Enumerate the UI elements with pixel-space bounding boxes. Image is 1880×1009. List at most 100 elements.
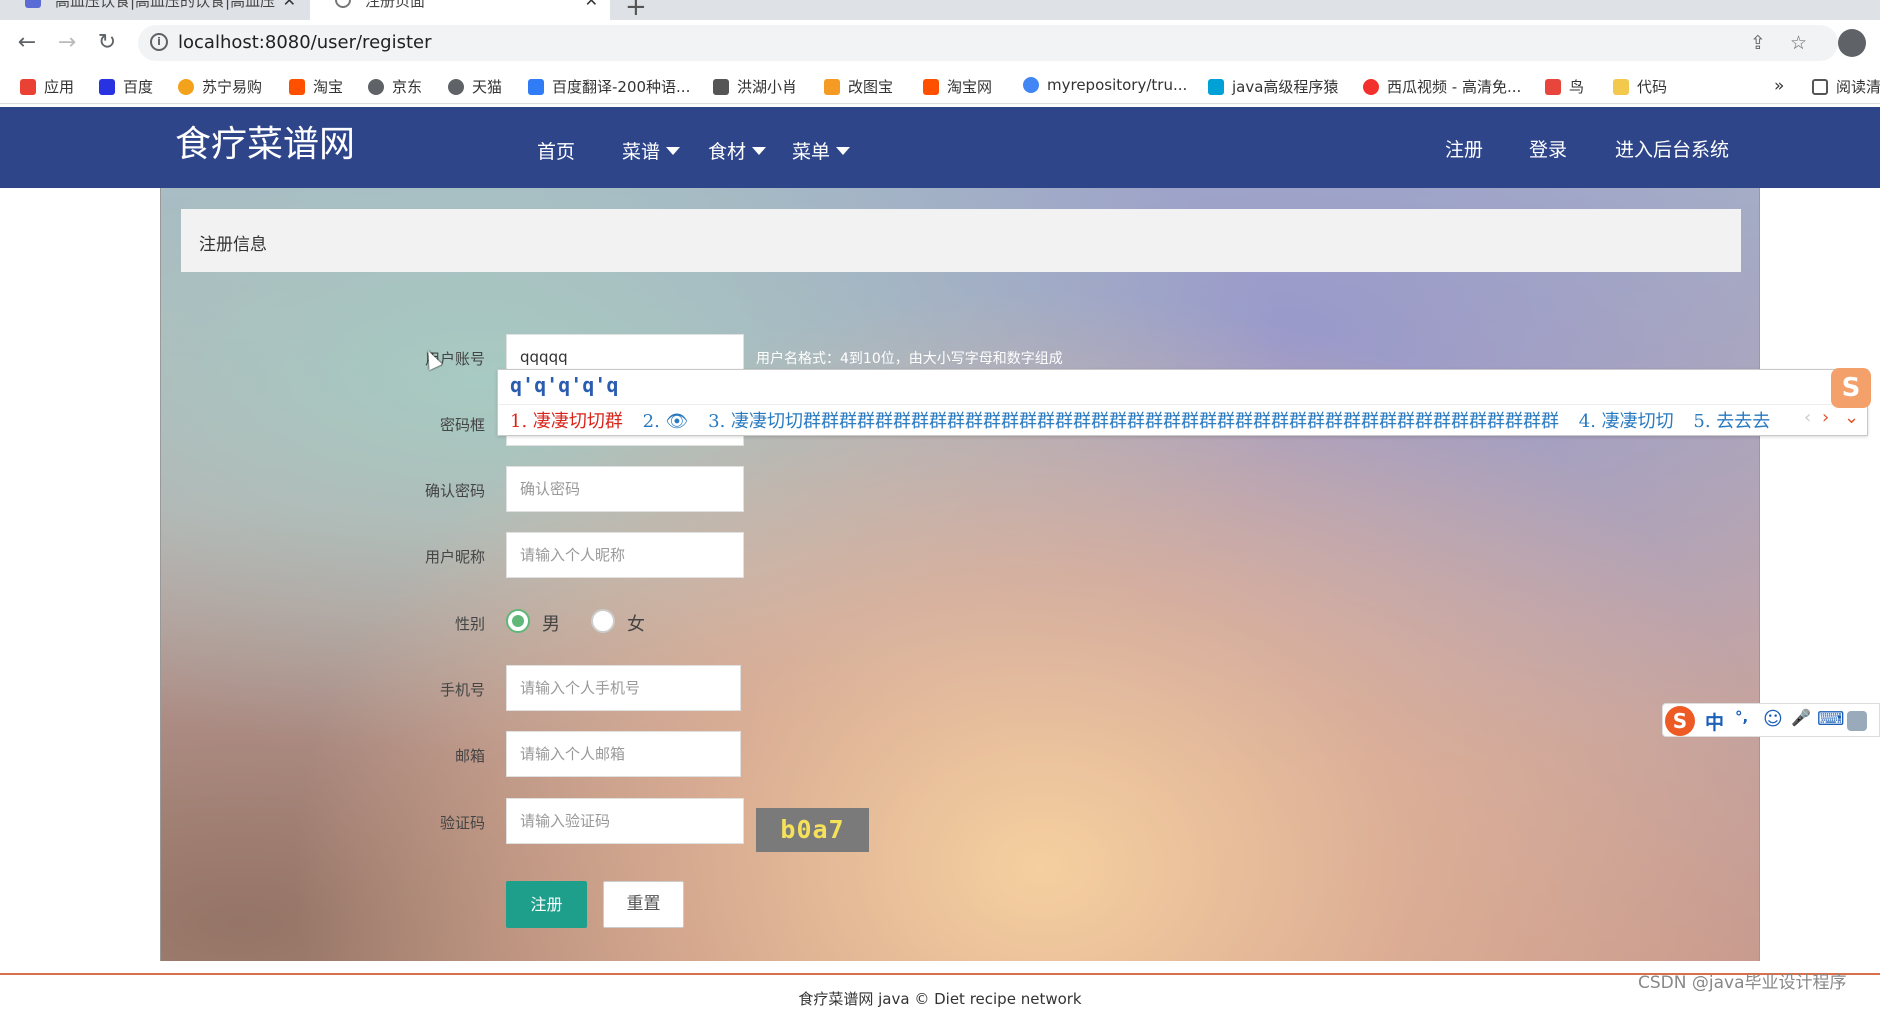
register-submit-button[interactable]: 注册	[506, 881, 587, 928]
bookmark-star-icon[interactable]: ☆	[1790, 32, 1807, 54]
site-info-icon[interactable]: i	[150, 33, 168, 51]
ime-candidate[interactable]: 4. 凄凄切切	[1579, 411, 1674, 432]
ime-candidate[interactable]: 1. 凄凄切切群	[510, 411, 623, 432]
ime-keyboard-icon[interactable]: ⌨	[1817, 708, 1844, 730]
email-input[interactable]: 请输入个人邮箱	[506, 731, 741, 777]
back-arrow-icon[interactable]: ←	[14, 30, 40, 55]
ime-microphone-icon[interactable]: 🎤	[1791, 708, 1811, 727]
bookmark-item[interactable]: 京东	[368, 76, 422, 97]
address-bar-row: ← → ↻ i localhost:8080/user/register ⇪ ☆	[0, 20, 1880, 68]
password-label: 密码框	[439, 416, 485, 434]
caret-down-icon	[836, 147, 851, 155]
taobao-icon	[289, 79, 305, 95]
nickname-input[interactable]: 请输入个人昵称	[506, 532, 744, 578]
taobao-icon	[923, 79, 939, 95]
ime-candidate-window: q'q'q'q'q 1. 凄凄切切群 2. 👁 3. 凄凄切切群群群群群群群群群…	[497, 369, 1868, 436]
register-panel: 注册信息 用户账号 qqqqq 用户名格式：4到10位，由大小写字母和数字组成 …	[160, 188, 1760, 961]
chrome-icon	[1023, 77, 1039, 93]
ime-candidate[interactable]: 2. 👁	[643, 411, 689, 432]
phone-input[interactable]: 请输入个人手机号	[506, 665, 741, 711]
browser-tab-active[interactable]: 注册页面 ✕	[310, 0, 610, 20]
ime-candidate[interactable]: 3. 凄凄切切群群群群群群群群群群群群群群群群群群群群群群群群群群群群群群群群群…	[708, 411, 1559, 432]
url-text: localhost:8080/user/register	[178, 32, 432, 53]
bookmark-item[interactable]: 应用	[20, 76, 74, 97]
csdn-watermark: CSDN @java毕业设计程序	[1638, 973, 1847, 993]
nav-login[interactable]: 登录	[1529, 135, 1567, 162]
bookmark-item[interactable]: 淘宝	[289, 76, 343, 97]
email-label: 邮箱	[454, 747, 485, 765]
panel-title: 注册信息	[199, 235, 267, 255]
bookmark-item[interactable]: 西瓜视频 - 高清免...	[1363, 76, 1521, 97]
close-tab-icon[interactable]: ✕	[585, 0, 598, 12]
ime-punctuation-icon[interactable]: °,	[1735, 708, 1748, 726]
reading-list-item[interactable]: 阅读清	[1812, 76, 1880, 97]
ime-toolbar: S 中 °, ☺ 🎤 ⌨	[1662, 703, 1880, 737]
bookmark-item[interactable]: 百度	[99, 76, 153, 97]
gender-female-label: 女	[627, 614, 645, 635]
tab-favicon-icon	[335, 0, 351, 8]
nav-home[interactable]: 首页	[537, 137, 575, 164]
bookmark-item[interactable]: 鸟	[1545, 76, 1584, 97]
bookmark-item[interactable]: myrepository/tru...	[1023, 76, 1187, 94]
bookmark-item[interactable]: 百度翻译-200种语...	[528, 76, 690, 97]
reload-icon[interactable]: ↻	[94, 30, 120, 55]
bookmark-item[interactable]: 天猫	[448, 76, 502, 97]
confirm-password-input[interactable]: 确认密码	[506, 466, 744, 512]
bookmark-item[interactable]: 代码	[1613, 76, 1667, 97]
footer-copyright: 食疗菜谱网 java © Diet recipe network	[798, 990, 1082, 1008]
tab-title: 注册页面	[365, 0, 426, 10]
ime-composition-text: q'q'q'q'q	[510, 373, 619, 397]
bookmark-item[interactable]: 苏宁易购	[178, 76, 262, 97]
site-header: 食疗菜谱网 首页 菜谱 食材 菜单 注册 登录 进入后台系统	[0, 107, 1880, 188]
panel-title-bar: 注册信息	[181, 209, 1741, 272]
nav-recipes-dropdown[interactable]: 菜谱	[622, 137, 681, 164]
bookmarks-bar: 应用 百度 苏宁易购 淘宝 京东 天猫 百度翻译-200种语... 洪湖小肖 改…	[0, 68, 1880, 104]
gaitubao-icon	[824, 79, 840, 95]
confirm-password-label: 确认密码	[424, 482, 485, 500]
share-icon[interactable]: ⇪	[1750, 32, 1766, 54]
tab-title: 高血压饮食|高血压的饮食|高血压	[55, 0, 276, 10]
nav-register[interactable]: 注册	[1445, 135, 1483, 162]
gender-female-radio[interactable]	[591, 609, 615, 633]
ime-candidate[interactable]: 5. 去去去	[1693, 411, 1770, 432]
reading-list-icon	[1812, 79, 1828, 95]
site-logo[interactable]: 食疗菜谱网	[175, 115, 355, 167]
code-icon	[1613, 79, 1629, 95]
bookmark-item[interactable]: 改图宝	[824, 76, 893, 97]
bird-icon	[1545, 79, 1561, 95]
suning-icon	[178, 79, 194, 95]
nav-ingredients-dropdown[interactable]: 食材	[708, 137, 767, 164]
xigua-video-icon	[1363, 79, 1379, 95]
browser-tab[interactable]: 高血压饮食|高血压的饮食|高血压 ✕	[0, 0, 308, 20]
ime-expand-icon[interactable]: ⌄	[1844, 407, 1859, 428]
gender-male-radio[interactable]	[506, 609, 530, 633]
profile-avatar-icon[interactable]	[1838, 29, 1866, 57]
bookmark-item[interactable]: 洪湖小肖	[713, 76, 797, 97]
caret-down-icon	[666, 147, 681, 155]
tab-favicon-icon	[25, 0, 41, 8]
url-omnibox[interactable]: i localhost:8080/user/register ⇪ ☆	[138, 25, 1838, 61]
captcha-image[interactable]: b0a7	[756, 808, 869, 852]
reset-button[interactable]: 重置	[603, 881, 684, 928]
bookmarks-more-icon[interactable]: »	[1774, 76, 1784, 96]
apps-grid-icon	[20, 79, 36, 95]
nav-menu-dropdown[interactable]: 菜单	[792, 137, 851, 164]
ime-emoji-icon[interactable]: ☺	[1763, 708, 1783, 730]
forward-arrow-icon[interactable]: →	[54, 30, 80, 55]
new-tab-icon[interactable]: +	[625, 0, 647, 22]
gender-label: 性别	[454, 615, 485, 633]
captcha-input[interactable]: 请输入验证码	[506, 798, 744, 844]
ime-skin-icon[interactable]	[1847, 711, 1867, 731]
nav-admin-system[interactable]: 进入后台系统	[1615, 135, 1729, 162]
ime-next-page-icon[interactable]: ›	[1822, 407, 1829, 428]
browser-tab-bar: 高血压饮食|高血压的饮食|高血压 ✕ 注册页面 ✕ +	[0, 0, 1880, 22]
sogou-logo-icon[interactable]: S	[1665, 706, 1695, 736]
close-tab-icon[interactable]: ✕	[283, 0, 296, 12]
captcha-label: 验证码	[439, 814, 485, 832]
feather-icon	[713, 79, 729, 95]
bookmark-item[interactable]: 淘宝网	[923, 76, 992, 97]
ime-chinese-mode-icon[interactable]: 中	[1705, 708, 1724, 735]
bookmark-item[interactable]: java高级程序猿	[1208, 76, 1338, 97]
baidu-paw-icon	[99, 79, 115, 95]
ime-prev-page-icon[interactable]: ‹	[1804, 407, 1811, 428]
